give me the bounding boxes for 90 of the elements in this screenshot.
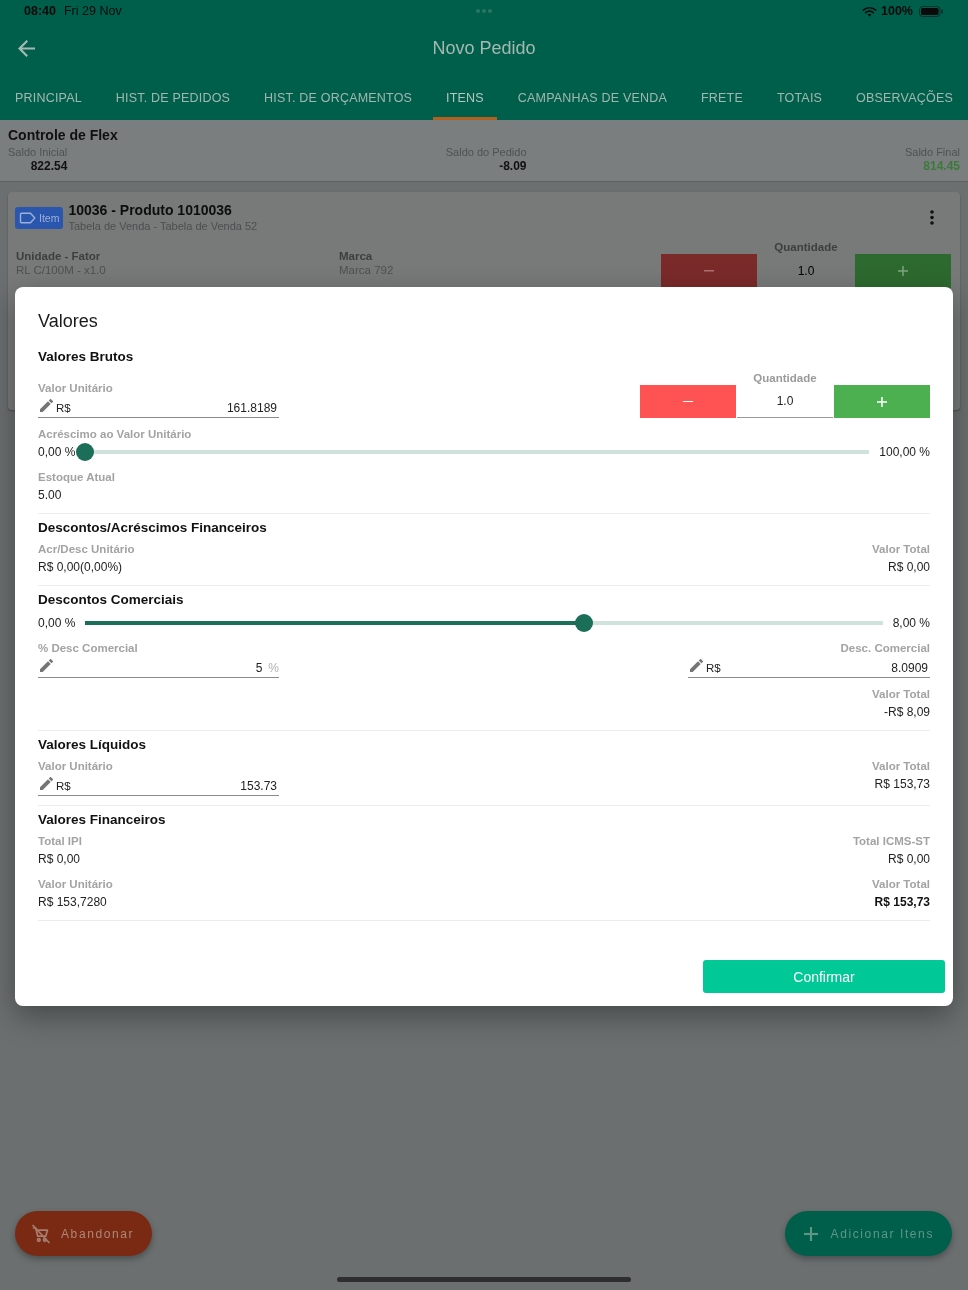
quantity-label: Quantidade (753, 371, 817, 385)
minus-icon (683, 400, 693, 403)
section-title: Descontos Comerciais (38, 591, 185, 609)
value-text: R$ 0,00 (887, 559, 930, 576)
input-field[interactable]: R$ 153.73 (38, 776, 279, 796)
value-text: 5.00 (38, 487, 63, 504)
field-label: Valor Unitário (38, 877, 113, 891)
input-field[interactable]: R$ 8.0909 (688, 658, 930, 678)
section-title: Descontos/Acréscimos Financeiros (38, 519, 268, 537)
battery-icon (919, 5, 943, 17)
field-label: Unidade - Fator (16, 249, 102, 263)
status-date: Fri 29 Nov (64, 4, 122, 18)
tab[interactable]: FRETE (688, 75, 756, 120)
field-value: 161.8189 (225, 401, 278, 415)
currency-prefix: R$ (56, 401, 71, 415)
value-text: R$ 0,00 (887, 851, 930, 868)
field-label: Total IPI (38, 834, 82, 848)
balance-value: 822.54 (30, 159, 68, 173)
plus-icon (877, 396, 887, 407)
plus-icon (803, 1226, 818, 1241)
currency-prefix: R$ (706, 661, 721, 675)
field-label: Valor Total (872, 542, 930, 556)
slider-min-label: 0,00 % (38, 445, 76, 459)
slider-thumb[interactable] (574, 614, 593, 632)
balance-value: 814.45 (923, 159, 960, 173)
pencil-icon (40, 659, 53, 672)
input-field[interactable]: 5 % (38, 658, 279, 678)
screen-title: Novo Pedido (432, 38, 536, 59)
field-label: Valor Total (872, 687, 930, 701)
pencil-icon (690, 659, 703, 672)
decrement-button[interactable] (661, 254, 757, 288)
currency-prefix: R$ (56, 779, 71, 793)
dots-icon (475, 9, 492, 13)
field-label: Desc. Comercial (840, 641, 930, 655)
value-text: -R$ 8,09 (883, 704, 930, 721)
pencil-icon (40, 399, 53, 412)
pencil-icon (40, 777, 53, 790)
minus-icon (704, 270, 714, 272)
input-field[interactable]: R$ 161.8189 (38, 398, 279, 418)
tag-icon (19, 211, 36, 224)
field-label: Valor Total (872, 877, 930, 891)
value-text: R$ 153,73 (874, 894, 930, 911)
increment-button[interactable] (855, 254, 951, 288)
field-label: Valor Unitário (38, 759, 114, 773)
quantity-label: Quantidade (774, 240, 838, 254)
abandon-button[interactable]: Abandonar (15, 1211, 153, 1256)
value-text: R$ 0,00(0,00%) (38, 559, 124, 576)
plus-icon (898, 266, 908, 276)
tab[interactable]: HIST. DE PEDIDOS (102, 75, 244, 120)
field-label: Marca (339, 249, 374, 263)
cart-crossed-icon (31, 1223, 51, 1244)
battery-percent: 100% (881, 4, 913, 18)
balance-value: -8.09 (499, 159, 527, 173)
tab[interactable]: PRINCIPAL (2, 75, 95, 120)
add-items-button[interactable]: Adicionar Itens (784, 1211, 952, 1256)
slider-max-label: 8,00 % (892, 616, 930, 630)
unit-suffix: % (268, 661, 279, 675)
field-label: Acr/Desc Unitário (38, 542, 135, 556)
field-label: % Desc Comercial (38, 641, 139, 655)
slider-max-label: 100,00 % (879, 445, 930, 459)
field-value: 5 (254, 661, 264, 675)
value-text: R$ 0,00 (38, 851, 82, 868)
status-time: 08:40 (24, 4, 56, 18)
product-title: 10036 - Produto 1010036 (68, 202, 233, 219)
value-text: R$ 153,7280 (38, 894, 108, 911)
tab[interactable]: HIST. DE ORÇAMENTOS (251, 75, 426, 120)
item-type-label: Item (39, 211, 60, 224)
slider-thumb[interactable] (76, 443, 95, 461)
section-title: Valores Líquidos (38, 736, 148, 754)
field-label: Estoque Atual (38, 470, 115, 484)
slider-label: Acréscimo ao Valor Unitário (38, 427, 193, 441)
field-label: Total ICMS-ST (852, 834, 930, 848)
field-value: 153.73 (239, 779, 278, 793)
more-options-icon[interactable] (930, 210, 934, 225)
back-arrow-icon[interactable] (18, 40, 35, 57)
tab[interactable]: TOTAIS (763, 75, 836, 120)
field-value: 8.0909 (890, 661, 929, 675)
panel-title: Controle de Flex (8, 126, 119, 144)
tab[interactable]: CAMPANHAS DE VENDA (504, 75, 681, 120)
section-title: Valores Brutos (38, 348, 135, 366)
quantity-field[interactable]: 1.0 (737, 385, 833, 418)
field-label: Valor Total (872, 759, 930, 773)
slider-min-label: 0,00 % (38, 616, 76, 630)
wifi-icon (862, 5, 877, 17)
tab[interactable]: OBSERVAÇÕES (843, 75, 966, 120)
value-text: R$ 153,73 (874, 776, 930, 793)
section-title: Valores Financeiros (38, 811, 167, 829)
field-label: Valor Unitário (38, 381, 114, 395)
dialog-title: Valores (38, 310, 99, 333)
confirm-button[interactable]: Confirmar (703, 960, 945, 993)
